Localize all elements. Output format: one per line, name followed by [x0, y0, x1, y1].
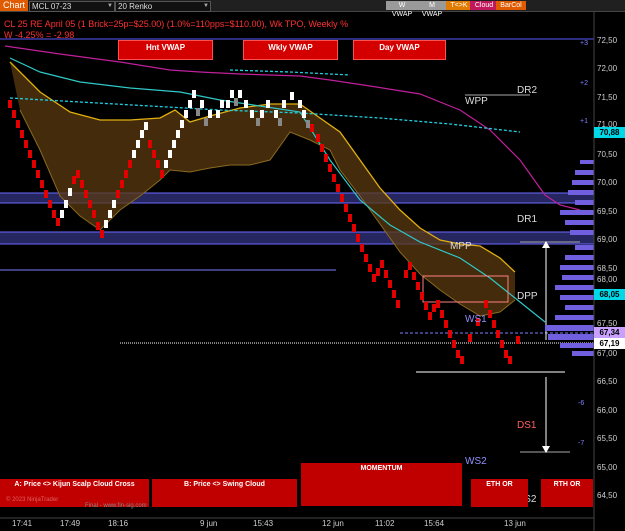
pct-label: +2 [580, 80, 588, 87]
ichimoku-cloud [10, 62, 515, 316]
pct-label: -6 [578, 400, 585, 407]
tk-button[interactable]: T<>K [446, 1, 472, 10]
x-tick: 18:16 [108, 519, 129, 528]
x-tick: 11:02 [375, 519, 395, 528]
weekly-percent-label: W -4.25% = -2.98 [4, 30, 75, 40]
y-tick: 71,50 [597, 93, 618, 102]
pivot-wpp: WPP [465, 96, 488, 107]
momentum-label: MOMENTUM [360, 465, 403, 472]
hnt-vwap-button[interactable]: Hnt VWAP [118, 40, 213, 60]
w-vwap-button[interactable]: W VWAP [386, 1, 418, 18]
price-marker-kijun: 70,88 [594, 127, 625, 138]
eth-or-button[interactable]: ETH OR [471, 479, 528, 507]
pct-label: +3 [580, 40, 588, 47]
m-vwap-button[interactable]: M VWAP [416, 1, 448, 18]
y-tick: 66,50 [597, 377, 618, 386]
instrument-selector[interactable]: MCL 07-23 ▼ [29, 1, 115, 12]
swing-cloud-alert[interactable]: B: Price <> Swing Cloud [152, 479, 297, 507]
rth-or-button[interactable]: RTH OR [541, 479, 593, 507]
y-tick: 68,50 [597, 264, 618, 273]
volume-profile [545, 160, 594, 356]
scalp-cloud-cross-label: A: Price <> Kijun Scalp Cloud Cross [14, 481, 135, 488]
x-tick: 15:43 [253, 519, 274, 528]
pivot-dr1: DR1 [517, 214, 538, 225]
chevron-down-icon: ▼ [107, 3, 113, 9]
pct-label: -7 [578, 440, 585, 447]
x-tick: 13 jun [504, 519, 526, 528]
instrument-label: MCL 07-23 [32, 2, 72, 11]
toolbar: Chart MCL 07-23 ▼ 20 Renko ▼ W VWAP M VW… [0, 0, 625, 18]
bars-type-selector[interactable]: 20 Renko ▼ [115, 1, 211, 12]
y-tick: 70,50 [597, 150, 618, 159]
y-tick: 69,50 [597, 207, 618, 216]
eth-or-label: ETH OR [486, 481, 513, 488]
rth-or-label: RTH OR [553, 481, 581, 488]
x-tick: 17:41 [12, 519, 33, 528]
pivot-mpp: MPP [450, 241, 472, 252]
volume-band [0, 232, 594, 244]
pivot-dpp: DPP [517, 291, 538, 302]
barcol-button[interactable]: BarCol [496, 1, 526, 10]
pivot-ws1: WS1 [465, 314, 487, 325]
y-tick: 65,00 [597, 463, 618, 472]
momentum-panel[interactable]: MOMENTUM [301, 463, 462, 506]
chart-app-button[interactable]: Chart [0, 0, 29, 11]
y-tick: 68,00 [597, 275, 618, 284]
price-marker-poc: 67,34 [594, 327, 625, 338]
x-tick: 15:64 [424, 519, 445, 528]
price-marker-vwap: 68,05 [594, 289, 625, 300]
y-tick: 70,00 [597, 178, 618, 187]
y-tick: 64,50 [597, 491, 618, 500]
swing-cloud-label: B: Price <> Swing Cloud [184, 481, 265, 488]
chart-header-info: CL 25 RE April 05 (1 Brick=25p=$25.00) (… [4, 19, 349, 29]
y-tick: 69,00 [597, 235, 618, 244]
y-tick: 65,50 [597, 434, 618, 443]
pivot-dr2: DR2 [517, 85, 538, 96]
price-marker-last: 67,19 [594, 338, 625, 349]
bars-type-label: 20 Renko [118, 2, 153, 11]
pivot-ds1: DS1 [517, 420, 537, 431]
wkly-vwap-button[interactable]: Wkly VWAP [243, 40, 338, 60]
y-tick: 66,00 [597, 406, 618, 415]
x-tick: 12 jun [322, 519, 344, 528]
x-tick: 17:49 [60, 519, 81, 528]
x-tick: 9 jun [200, 519, 218, 528]
y-tick: 67,00 [597, 349, 618, 358]
pct-label: +1 [580, 118, 588, 125]
chevron-down-icon: ▼ [203, 3, 209, 9]
pivot-ws2: WS2 [465, 456, 487, 467]
day-vwap-button[interactable]: Day VWAP [353, 40, 446, 60]
y-tick: 72,00 [597, 64, 618, 73]
copyright-label: © 2023 NinjaTrader [6, 497, 59, 503]
cloud-button[interactable]: Cloud [470, 1, 498, 10]
y-tick: 72,50 [597, 36, 618, 45]
site-label: Final - www.fin-sig.com [85, 503, 147, 509]
